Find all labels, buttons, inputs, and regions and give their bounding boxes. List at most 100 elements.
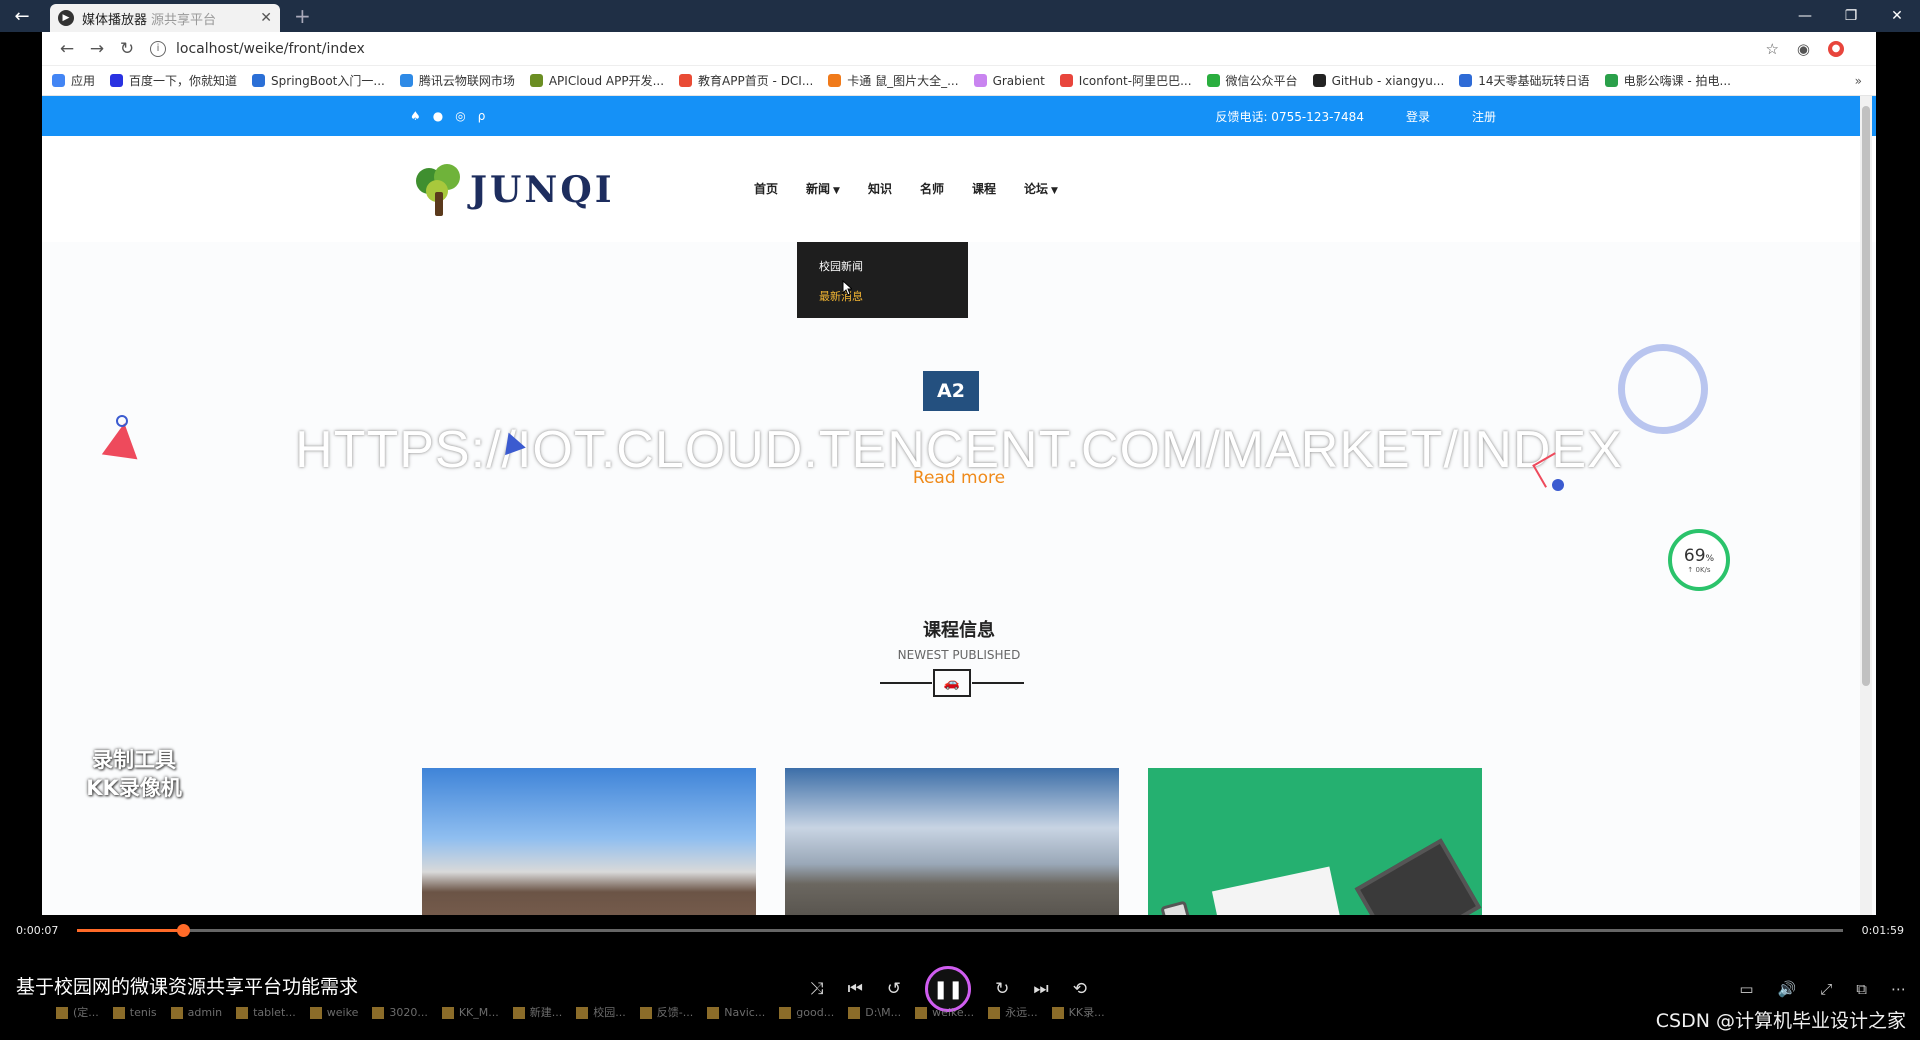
address-bar: ← → ↻ i localhost/weike/front/index ☆ ◉ … [42, 32, 1876, 66]
nav-label: 论坛 [1024, 182, 1049, 196]
mini-player-icon[interactable]: ⧉ [1856, 980, 1867, 998]
read-more-link[interactable]: Read more [42, 468, 1876, 488]
page-scrollbar[interactable] [1860, 96, 1872, 915]
nav-label: 新闻 [806, 182, 831, 196]
speed-unit: % [1705, 554, 1715, 564]
url-field[interactable]: i localhost/weike/front/index [150, 40, 1765, 57]
bookmark-item[interactable]: 百度一下，你就知道 [110, 72, 237, 89]
star-icon[interactable]: ☆ [1765, 40, 1778, 58]
info-icon[interactable]: i [150, 40, 166, 57]
bookmark-item[interactable]: 微信公众平台 [1206, 72, 1298, 89]
more-bookmarks-icon[interactable]: » [1855, 74, 1862, 88]
taskbar-item[interactable]: (定... [56, 1004, 99, 1020]
seek-handle[interactable] [176, 924, 190, 937]
bookmark-item[interactable]: 教育APP首页 - DCI... [679, 72, 813, 89]
pinterest-icon[interactable]: ρ [478, 109, 486, 123]
bookmark-icon [399, 74, 413, 87]
bookmark-item[interactable]: GitHub - xiangyu... [1312, 74, 1444, 88]
nav-item[interactable]: 知识 [868, 180, 892, 197]
bookmark-item[interactable]: Grabient [973, 73, 1045, 88]
bookmark-label: 腾讯云物联网市场 [418, 74, 515, 88]
shuffle-icon[interactable]: ⤨ [810, 979, 824, 999]
taskbar-item[interactable]: 反馈-... [639, 1004, 693, 1020]
wechat-icon[interactable]: ● [433, 109, 443, 123]
taskbar-label: tenis [129, 1005, 157, 1019]
window-close-icon[interactable]: ✕ [1874, 8, 1920, 24]
seek-bar[interactable]: 0:00:07 0:01:59 [0, 916, 1920, 946]
previous-icon[interactable]: ⏮ [848, 979, 863, 999]
rewind-10-icon[interactable]: ↺ [887, 979, 901, 999]
bookmark-label: Grabient [992, 73, 1045, 88]
taskbar-item[interactable]: 永远... [988, 1004, 1038, 1020]
taskbar-label: KK录... [1068, 1006, 1105, 1019]
login-link[interactable]: 登录 [1406, 108, 1430, 125]
bookmark-icon [973, 74, 987, 87]
subtitles-icon[interactable]: ▭ [1739, 980, 1753, 998]
taskbar-label: 校园... [593, 1006, 626, 1019]
forward-icon[interactable]: → [82, 39, 112, 59]
taskbar-item[interactable]: D:\M... [848, 1006, 901, 1019]
taskbar-item[interactable]: weike... [915, 1006, 974, 1019]
taskbar-item[interactable]: 3020... [372, 1006, 428, 1019]
bookmark-item[interactable]: 腾讯云物联网市场 [399, 72, 515, 89]
taskbar-item[interactable]: KK_M... [441, 1006, 499, 1019]
course-card[interactable] [422, 768, 756, 915]
repeat-off-icon[interactable]: ⟲ [1073, 979, 1087, 999]
extension-icon[interactable]: ● [1828, 40, 1844, 57]
reload-icon[interactable]: ↻ [112, 39, 142, 59]
next-icon[interactable]: ⏭ [1033, 979, 1048, 999]
taskbar-item[interactable]: KK录... [1051, 1004, 1105, 1020]
recorder-watermark: 录制工具 KK录像机 [86, 748, 182, 800]
seek-track[interactable] [77, 924, 1843, 937]
taskbar-item[interactable]: good... [779, 1006, 834, 1019]
bookmark-item[interactable]: 应用 [52, 72, 95, 89]
minimize-icon[interactable]: — [1782, 8, 1828, 24]
close-icon[interactable]: ✕ [260, 10, 272, 26]
taskbar-item[interactable]: weike [309, 1006, 358, 1019]
taskbar-item[interactable]: Navic... [707, 1006, 765, 1019]
bookmark-item[interactable]: 14天零基础玩转日语 [1459, 72, 1590, 89]
nav-label: 知识 [867, 182, 892, 196]
total-time: 0:01:59 [1861, 924, 1904, 937]
restore-icon[interactable]: ❐ [1828, 8, 1874, 24]
nav-item[interactable]: 论坛 ▼ [1024, 180, 1058, 197]
volume-icon[interactable]: 🔊 [1778, 980, 1797, 998]
back-icon[interactable]: ← [52, 39, 82, 59]
nav-label: 首页 [754, 182, 779, 196]
taskbar-item[interactable]: tenis [112, 1005, 157, 1019]
network-speed-widget[interactable]: 69% ↑ 0K/s [1668, 529, 1730, 591]
new-tab-icon[interactable]: + [294, 4, 311, 28]
taskbar-item[interactable]: tablet... [236, 1006, 296, 1019]
weibo-icon[interactable]: ◎ [455, 109, 465, 123]
profile-icon[interactable]: ◉ [1797, 40, 1810, 58]
register-link[interactable]: 注册 [1472, 108, 1496, 125]
bookmark-icon [110, 74, 124, 87]
caret-down-icon: ▼ [833, 186, 840, 196]
player-tab[interactable]: ▶ 媒体播放器 源共享平台 ✕ [50, 4, 280, 32]
nav-item[interactable]: 首页 [754, 180, 778, 197]
course-card[interactable] [785, 768, 1119, 915]
qq-icon[interactable]: ♠ [410, 109, 421, 123]
course-card[interactable] [1148, 768, 1482, 915]
nav-item[interactable]: 名师 [920, 180, 944, 197]
circle-decoration [116, 415, 128, 427]
hero-banner: A2 HTTPS://IOT.CLOUD.TENCENT.COM/MARKET/… [42, 242, 1876, 562]
taskbar-item[interactable]: 校园... [576, 1004, 626, 1020]
current-time: 0:00:07 [16, 924, 59, 937]
forward-30-icon[interactable]: ↻ [995, 979, 1009, 999]
more-options-icon[interactable]: ⋯ [1891, 980, 1906, 998]
bookmark-item[interactable]: 卡通 鼠_图片大全_... [828, 72, 959, 89]
site-logo[interactable]: JUNQI [410, 144, 630, 236]
taskbar-item[interactable]: 新建... [512, 1004, 562, 1020]
fullscreen-icon[interactable]: ⤢ [1820, 980, 1832, 998]
nav-item[interactable]: 新闻 ▼ [806, 180, 840, 197]
bookmark-item[interactable]: Iconfont-阿里巴巴... [1059, 72, 1192, 89]
taskbar-item[interactable]: admin [170, 1006, 222, 1019]
document-illustration [1211, 866, 1349, 915]
bookmark-item[interactable]: 电影公嗨课 - 拍电... [1604, 72, 1731, 89]
taskbar-label: D:\M... [865, 1005, 902, 1019]
bookmark-item[interactable]: SpringBoot入门一... [252, 72, 385, 89]
nav-item[interactable]: 课程 [972, 180, 996, 197]
back-arrow-icon[interactable]: ← [0, 0, 44, 32]
bookmark-item[interactable]: APICloud APP开发... [529, 72, 664, 89]
